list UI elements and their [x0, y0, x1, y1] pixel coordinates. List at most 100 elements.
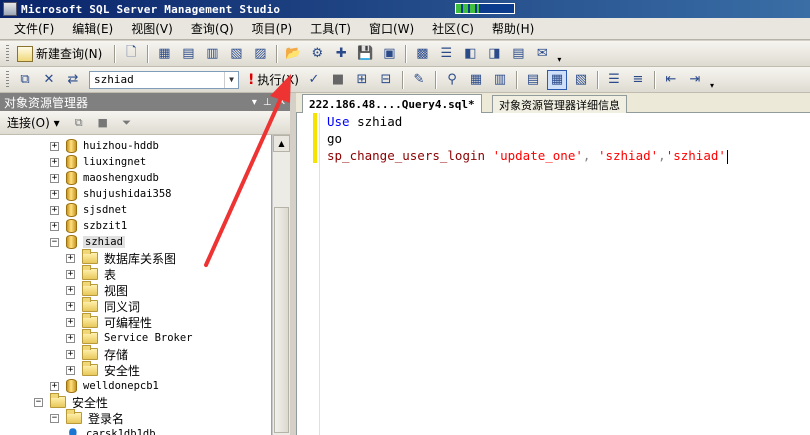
- scrollbar-thumb[interactable]: [274, 207, 289, 433]
- solution-explorer-icon[interactable]: ◨: [484, 44, 504, 64]
- tree-node[interactable]: + 安全性: [66, 361, 140, 378]
- menu-tools[interactable]: 工具(T): [304, 20, 357, 37]
- new-query-button[interactable]: 新建查询(N): [13, 44, 106, 64]
- menu-community[interactable]: 社区(C): [426, 20, 480, 37]
- tree-node[interactable]: + 可编程性: [66, 313, 152, 330]
- tree-node[interactable]: + maoshengxudb: [50, 170, 159, 186]
- registered-servers-icon[interactable]: ▩: [412, 44, 432, 64]
- uncomment-lines-icon[interactable]: ≡: [628, 70, 648, 90]
- sql-editor[interactable]: Use szhiad go sp_change_users_login 'upd…: [296, 113, 810, 435]
- database-engine-query-icon[interactable]: ▦: [154, 44, 174, 64]
- tree-node[interactable]: − 安全性: [34, 393, 108, 410]
- properties-icon[interactable]: ▤: [508, 44, 528, 64]
- database-select[interactable]: szhiad ▼: [89, 70, 239, 89]
- tree-node[interactable]: + liuxingnet: [50, 154, 146, 170]
- expand-icon[interactable]: +: [50, 173, 59, 183]
- connect-dropdown[interactable]: 连接(O) ▾: [4, 114, 63, 131]
- tab-object-explorer-details[interactable]: 对象资源管理器详细信息: [492, 95, 627, 113]
- open-project-icon[interactable]: ⚙: [307, 44, 327, 64]
- cancel-query-icon[interactable]: ■: [328, 70, 348, 90]
- template-explorer-icon[interactable]: ◧: [460, 44, 480, 64]
- tree-node[interactable]: + Service Broker: [66, 329, 193, 346]
- collapse-icon[interactable]: −: [34, 397, 43, 407]
- results-to-text-icon[interactable]: ▤: [523, 70, 543, 90]
- specify-template-values-icon[interactable]: ✎: [409, 70, 429, 90]
- toolbox-icon[interactable]: ✉: [532, 44, 552, 64]
- toolbar-overflow-icon[interactable]: ▾: [554, 44, 564, 64]
- toolbar-grip[interactable]: [6, 70, 9, 89]
- menu-file[interactable]: 文件(F): [8, 20, 60, 37]
- expand-icon[interactable]: +: [50, 141, 59, 151]
- menu-query[interactable]: 查询(Q): [185, 20, 240, 37]
- include-actual-plan-icon[interactable]: ▦: [466, 70, 486, 90]
- save-all-icon[interactable]: ▣: [379, 44, 399, 64]
- expand-icon[interactable]: +: [66, 253, 75, 263]
- tree-node[interactable]: + szbzit1: [50, 218, 127, 234]
- object-explorer-icon[interactable]: ☰: [436, 44, 456, 64]
- pin-dropdown-icon[interactable]: ▾: [252, 97, 257, 108]
- increase-indent-icon[interactable]: ⇥: [685, 70, 705, 90]
- menu-project[interactable]: 项目(P): [246, 20, 299, 37]
- connect-icon[interactable]: ⧉: [15, 70, 35, 90]
- collapse-icon[interactable]: −: [50, 237, 59, 247]
- tree-node[interactable]: 👤 carsk1db1db: [66, 426, 155, 435]
- tree-node[interactable]: + sjsdnet: [50, 202, 127, 218]
- expand-icon[interactable]: +: [66, 301, 75, 311]
- open-file-icon[interactable]: 📂: [283, 44, 303, 64]
- tree-node[interactable]: − szhiad: [50, 234, 125, 250]
- client-statistics-icon[interactable]: ▥: [490, 70, 510, 90]
- results-to-file-icon[interactable]: ▧: [571, 70, 591, 90]
- tree-node[interactable]: + huizhou-hddb: [50, 138, 159, 154]
- tab-query4[interactable]: 222.186.48....Query4.sql*: [302, 94, 482, 114]
- add-item-icon[interactable]: ✚: [331, 44, 351, 64]
- new-file-icon[interactable]: 🗋: [121, 44, 141, 64]
- execute-button[interactable]: ! 执行(X): [245, 70, 302, 90]
- change-connection-icon[interactable]: ⇄: [63, 70, 83, 90]
- tree-node[interactable]: + 存储: [66, 345, 128, 362]
- tree-node[interactable]: − 登录名: [50, 409, 124, 426]
- results-to-grid-icon[interactable]: ▦: [546, 69, 567, 90]
- auto-hide-pin-icon[interactable]: ⊥: [263, 97, 272, 108]
- toolbar-overflow-icon[interactable]: ▾: [707, 70, 717, 90]
- save-icon[interactable]: 💾: [355, 44, 375, 64]
- filter-icon[interactable]: ⏷: [119, 115, 135, 131]
- analyze-query-icon[interactable]: ⚲: [442, 70, 462, 90]
- tree-node[interactable]: + 同义词: [66, 297, 140, 314]
- menu-view[interactable]: 视图(V): [125, 20, 179, 37]
- disconnect-icon[interactable]: ✕: [39, 70, 59, 90]
- expand-icon[interactable]: +: [50, 189, 59, 199]
- chevron-down-icon[interactable]: ▼: [224, 71, 238, 88]
- tree-node[interactable]: + 表: [66, 265, 116, 282]
- object-explorer-scrollbar[interactable]: ▲: [272, 135, 290, 435]
- collapse-icon[interactable]: −: [50, 413, 59, 423]
- menu-window[interactable]: 窗口(W): [363, 20, 420, 37]
- stop-icon[interactable]: ■: [95, 115, 111, 131]
- parse-check-icon[interactable]: ✓: [304, 70, 324, 90]
- expand-icon[interactable]: +: [66, 365, 75, 375]
- expand-icon[interactable]: +: [66, 349, 75, 359]
- scroll-up-icon[interactable]: ▲: [273, 135, 290, 152]
- menu-edit[interactable]: 编辑(E): [66, 20, 119, 37]
- xmla-query-icon[interactable]: ▧: [226, 44, 246, 64]
- tree-node[interactable]: + shujushidai358: [50, 186, 172, 202]
- expand-icon[interactable]: +: [66, 333, 75, 343]
- sql-mobile-query-icon[interactable]: ▨: [250, 44, 270, 64]
- toolbar-grip[interactable]: [6, 44, 9, 63]
- tree-node[interactable]: + 视图: [66, 281, 128, 298]
- expand-icon[interactable]: +: [66, 269, 75, 279]
- expand-icon[interactable]: +: [66, 317, 75, 327]
- expand-icon[interactable]: +: [50, 221, 59, 231]
- expand-icon[interactable]: +: [50, 381, 59, 391]
- dmx-query-icon[interactable]: ▥: [202, 44, 222, 64]
- tree-node[interactable]: + welldonepcb1: [50, 378, 159, 394]
- decrease-indent-icon[interactable]: ⇤: [661, 70, 681, 90]
- expand-icon[interactable]: +: [50, 157, 59, 167]
- close-icon[interactable]: ✕: [278, 97, 286, 108]
- expand-icon[interactable]: +: [50, 205, 59, 215]
- menu-help[interactable]: 帮助(H): [486, 20, 540, 37]
- analysis-query-icon[interactable]: ▤: [178, 44, 198, 64]
- comment-lines-icon[interactable]: ☰: [604, 70, 624, 90]
- query-designer-icon[interactable]: ⊟: [376, 70, 396, 90]
- display-plan-icon[interactable]: ⊞: [352, 70, 372, 90]
- expand-icon[interactable]: +: [66, 285, 75, 295]
